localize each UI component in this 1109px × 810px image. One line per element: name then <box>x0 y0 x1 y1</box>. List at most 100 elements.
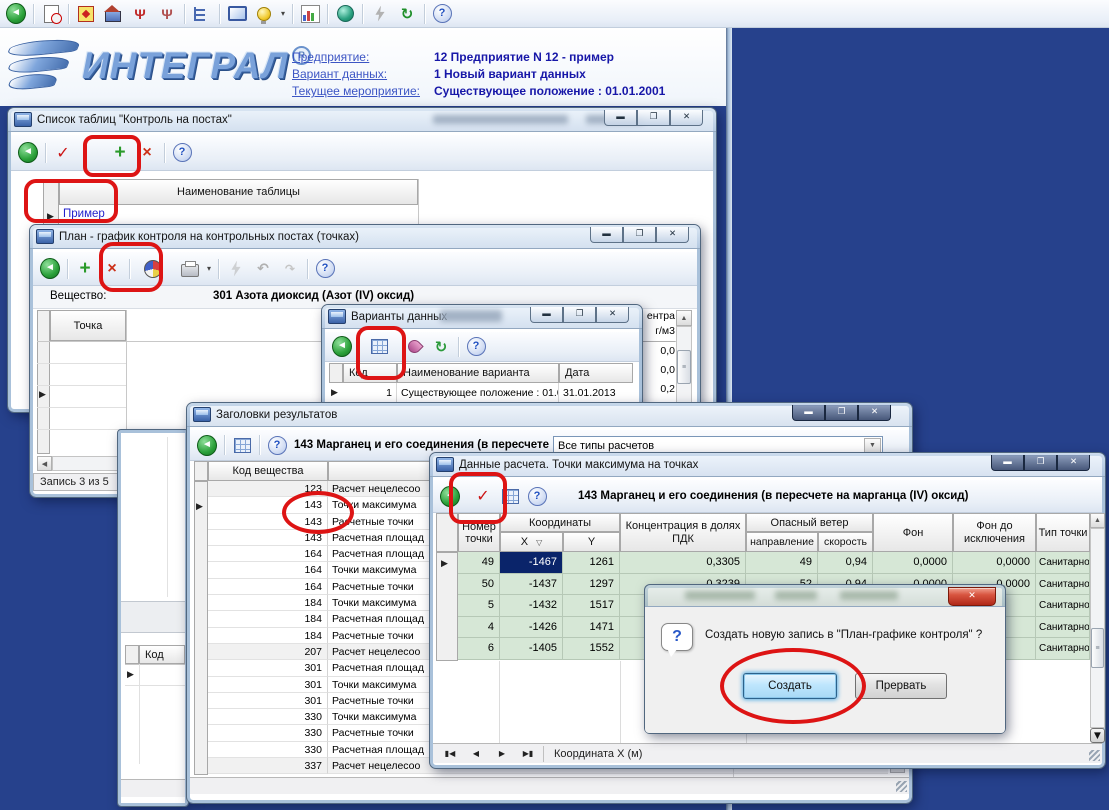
grid-icon[interactable] <box>500 486 520 506</box>
grid-cell[interactable]: 49 <box>746 552 818 574</box>
grid-cell[interactable]: 6 <box>458 638 500 660</box>
substance-code[interactable]: 143 <box>208 514 328 530</box>
grid-cell[interactable]: Санитарно - защ <box>1036 617 1090 639</box>
grid-cell[interactable]: -1432 <box>500 595 563 617</box>
delete-icon[interactable] <box>102 259 122 279</box>
grid-cell[interactable]: 0,0000 <box>873 552 953 574</box>
undo-icon[interactable] <box>253 259 273 279</box>
printer-dropdown-icon[interactable]: ▾ <box>207 264 211 273</box>
back-icon[interactable] <box>40 259 60 279</box>
grid-cell[interactable]: 1297 <box>563 574 620 596</box>
printer-icon[interactable] <box>180 259 200 279</box>
grid-cell[interactable]: Санитарно - защ <box>1036 595 1090 617</box>
col-point[interactable]: Номерточки <box>458 513 500 552</box>
horizontal-scrollbar[interactable] <box>52 456 126 471</box>
current-measure-label[interactable]: Текущее мероприятие: <box>292 84 434 98</box>
maximize-button[interactable]: ❐ <box>1024 455 1057 471</box>
grid-cell[interactable]: -1405 <box>500 638 563 660</box>
map-target-icon[interactable] <box>76 4 96 24</box>
check-icon[interactable] <box>53 143 73 163</box>
first-record-icon[interactable]: ▮◀ <box>439 746 461 762</box>
substance-code[interactable]: 301 <box>208 677 328 693</box>
globe-icon[interactable] <box>335 4 355 24</box>
substance-code[interactable]: 164 <box>208 562 328 578</box>
substance-code[interactable]: 330 <box>208 725 328 741</box>
feather-icon[interactable] <box>404 337 424 357</box>
table-row[interactable]: 1 Существующее положение : 01.01.2001 31… <box>343 383 633 403</box>
substance-code[interactable]: 207 <box>208 644 328 660</box>
resize-grip[interactable] <box>896 781 907 792</box>
col-speed[interactable]: скорость <box>818 532 873 552</box>
last-record-icon[interactable]: ▶▮ <box>517 746 539 762</box>
grid-cell[interactable]: 5 <box>458 595 500 617</box>
col-fon[interactable]: Фон <box>873 513 953 552</box>
sphere-icon[interactable] <box>143 259 163 279</box>
grid-cell[interactable]: Санитарно - защ <box>1036 638 1090 660</box>
col-x[interactable]: X▽ <box>500 532 563 552</box>
grid-cell[interactable]: 1261 <box>563 552 620 574</box>
check-icon[interactable] <box>473 486 493 506</box>
grid-cell[interactable]: 1471 <box>563 617 620 639</box>
substance-code[interactable]: 337 <box>208 758 328 774</box>
substance-code[interactable]: 330 <box>208 709 328 725</box>
chart-icon[interactable] <box>300 4 320 24</box>
help-icon[interactable] <box>267 435 287 455</box>
antenna2-icon[interactable] <box>157 4 177 24</box>
col-y[interactable]: Y <box>563 532 620 552</box>
col-conc[interactable]: Концентрация в доляхПДК <box>620 513 746 552</box>
redo-icon[interactable] <box>280 259 300 279</box>
enterprise-label[interactable]: Предприятие: <box>292 50 434 64</box>
substance-code[interactable]: 184 <box>208 595 328 611</box>
minimize-button[interactable]: ▬ <box>991 455 1024 471</box>
table-row[interactable]: Пример <box>63 208 105 220</box>
col-dir[interactable]: направление <box>746 532 818 552</box>
substance-code[interactable]: 164 <box>208 579 328 595</box>
back-icon[interactable] <box>197 435 217 455</box>
help-icon[interactable] <box>432 4 452 24</box>
column-header[interactable]: Наименование таблицы <box>59 179 418 205</box>
close-button[interactable]: ✕ <box>1057 455 1090 471</box>
column-header[interactable]: Код вещества <box>208 461 328 481</box>
close-button[interactable]: ✕ <box>596 307 629 323</box>
create-button[interactable]: Создать <box>743 673 837 699</box>
report-icon[interactable] <box>41 4 61 24</box>
column-header[interactable]: Точка <box>50 310 126 341</box>
grid-cell[interactable]: 1552 <box>563 638 620 660</box>
col-coords[interactable]: Координаты <box>500 513 620 532</box>
close-button[interactable]: ✕ <box>858 405 891 421</box>
grid-cell[interactable]: -1467 <box>500 552 563 574</box>
help-icon[interactable] <box>172 143 192 163</box>
grid-cell[interactable]: 1517 <box>563 595 620 617</box>
grid-cell[interactable]: -1437 <box>500 574 563 596</box>
substance-code[interactable]: 301 <box>208 660 328 676</box>
maximize-button[interactable]: ❐ <box>637 110 670 126</box>
grid-cell[interactable]: -1426 <box>500 617 563 639</box>
minimize-button[interactable]: ▬ <box>530 307 563 323</box>
minimize-button[interactable]: ▬ <box>604 110 637 126</box>
house-icon[interactable] <box>103 4 123 24</box>
grid-cell[interactable]: 0,94 <box>818 552 873 574</box>
sort-desc-icon[interactable]: ▽ <box>536 538 542 547</box>
substance-code[interactable]: 123 <box>208 481 328 497</box>
antenna-icon[interactable] <box>130 4 150 24</box>
col-type[interactable]: Тип точки <box>1036 513 1090 552</box>
grid-icon[interactable] <box>232 435 252 455</box>
scroll-up-icon[interactable]: ▲ <box>676 310 692 326</box>
grid-cell[interactable]: 4 <box>458 617 500 639</box>
substance-code[interactable]: 301 <box>208 693 328 709</box>
back-icon[interactable] <box>18 143 38 163</box>
maximize-button[interactable]: ❐ <box>563 307 596 323</box>
bolt-icon[interactable] <box>226 259 246 279</box>
prev-record-icon[interactable]: ◀ <box>465 746 487 762</box>
grid-cell[interactable]: Санитарно - защ <box>1036 574 1090 596</box>
delete-icon[interactable] <box>137 143 157 163</box>
substance-code[interactable]: 330 <box>208 742 328 758</box>
dialog-close-button[interactable]: ✕ <box>948 587 996 606</box>
column-header[interactable]: Код <box>139 645 185 664</box>
substance-code[interactable]: 143 <box>208 497 328 513</box>
scrollbar-thumb[interactable]: ≡ <box>677 350 691 384</box>
combo-dropdown-icon[interactable]: ▼ <box>864 438 881 454</box>
lamp-dropdown-icon[interactable]: ▾ <box>281 9 285 18</box>
grid-icon[interactable] <box>369 337 389 357</box>
table-row[interactable]: 49-146712610,3305490,940,00000,0000Санит… <box>458 552 1090 574</box>
